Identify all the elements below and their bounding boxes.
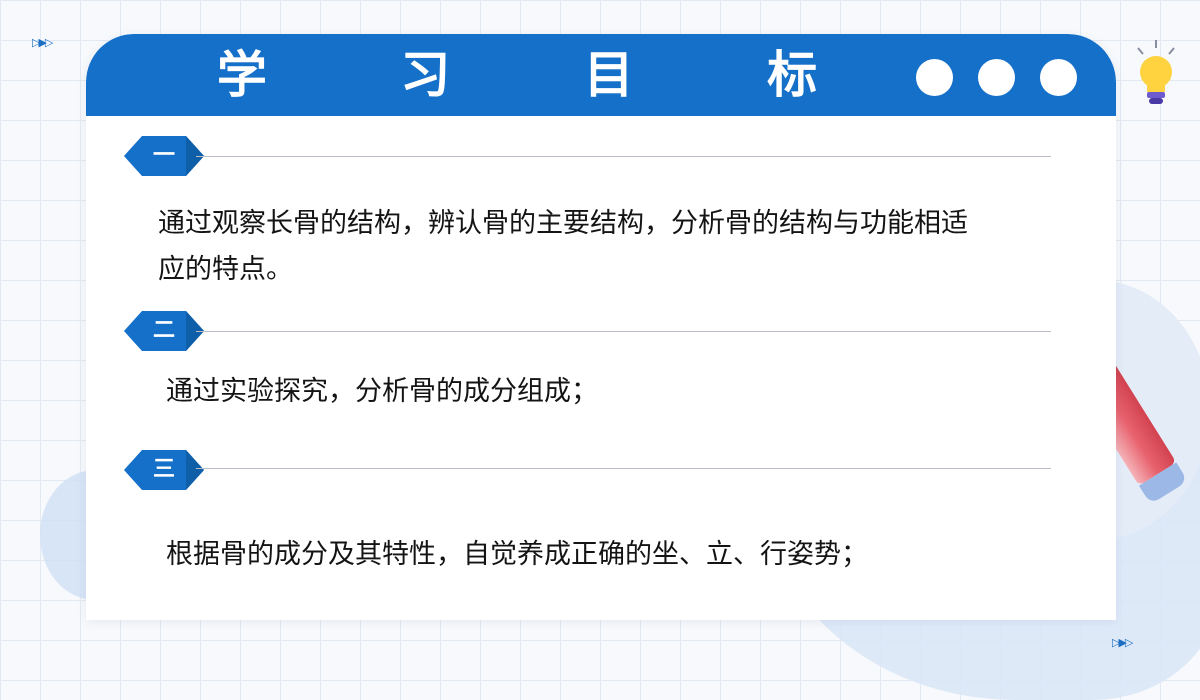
objective-text-3: 根据骨的成分及其特性，自觉养成正确的坐、立、行姿势； [166,539,868,570]
triangle-arrows-icon-bottom: ▷▶▷ [1112,636,1133,649]
objective-badge-1: 一 [124,136,204,176]
divider-line-2 [196,331,1051,332]
objectives-card: 学 习 目 标 一 通过观察长骨的结构，辨认骨的主要结构，分析骨的结构与功能相适… [86,34,1116,620]
objective-marker-2: 二 [152,318,175,343]
divider-line-3 [196,468,1051,469]
objective-text-1: 通过观察长骨的结构，辨认骨的主要结构，分析骨的结构与功能相适 应的特点。 [158,201,1088,293]
banner-dot-3 [1040,59,1077,96]
triangle-arrows-icon: ▷▶▷ [32,36,53,49]
objective-text-1-line-1: 通过观察长骨的结构，辨认骨的主要结构，分析骨的结构与功能相适 [158,208,968,239]
banner-dot-1 [916,59,953,96]
divider-line-1 [196,156,1051,157]
banner-dot-2 [978,59,1015,96]
objective-marker-1: 一 [152,143,175,168]
page-title: 学 习 目 标 [216,46,876,104]
objective-text-1-line-2: 应的特点。 [158,254,293,285]
title-banner: 学 习 目 标 [86,34,1116,116]
objective-badge-2: 二 [124,311,204,351]
objective-marker-3: 三 [152,457,175,482]
objective-badge-3: 三 [124,450,204,490]
lightbulb-icon [1137,40,1175,104]
objective-text-2: 通过实验探究，分析骨的成分组成； [166,376,598,407]
